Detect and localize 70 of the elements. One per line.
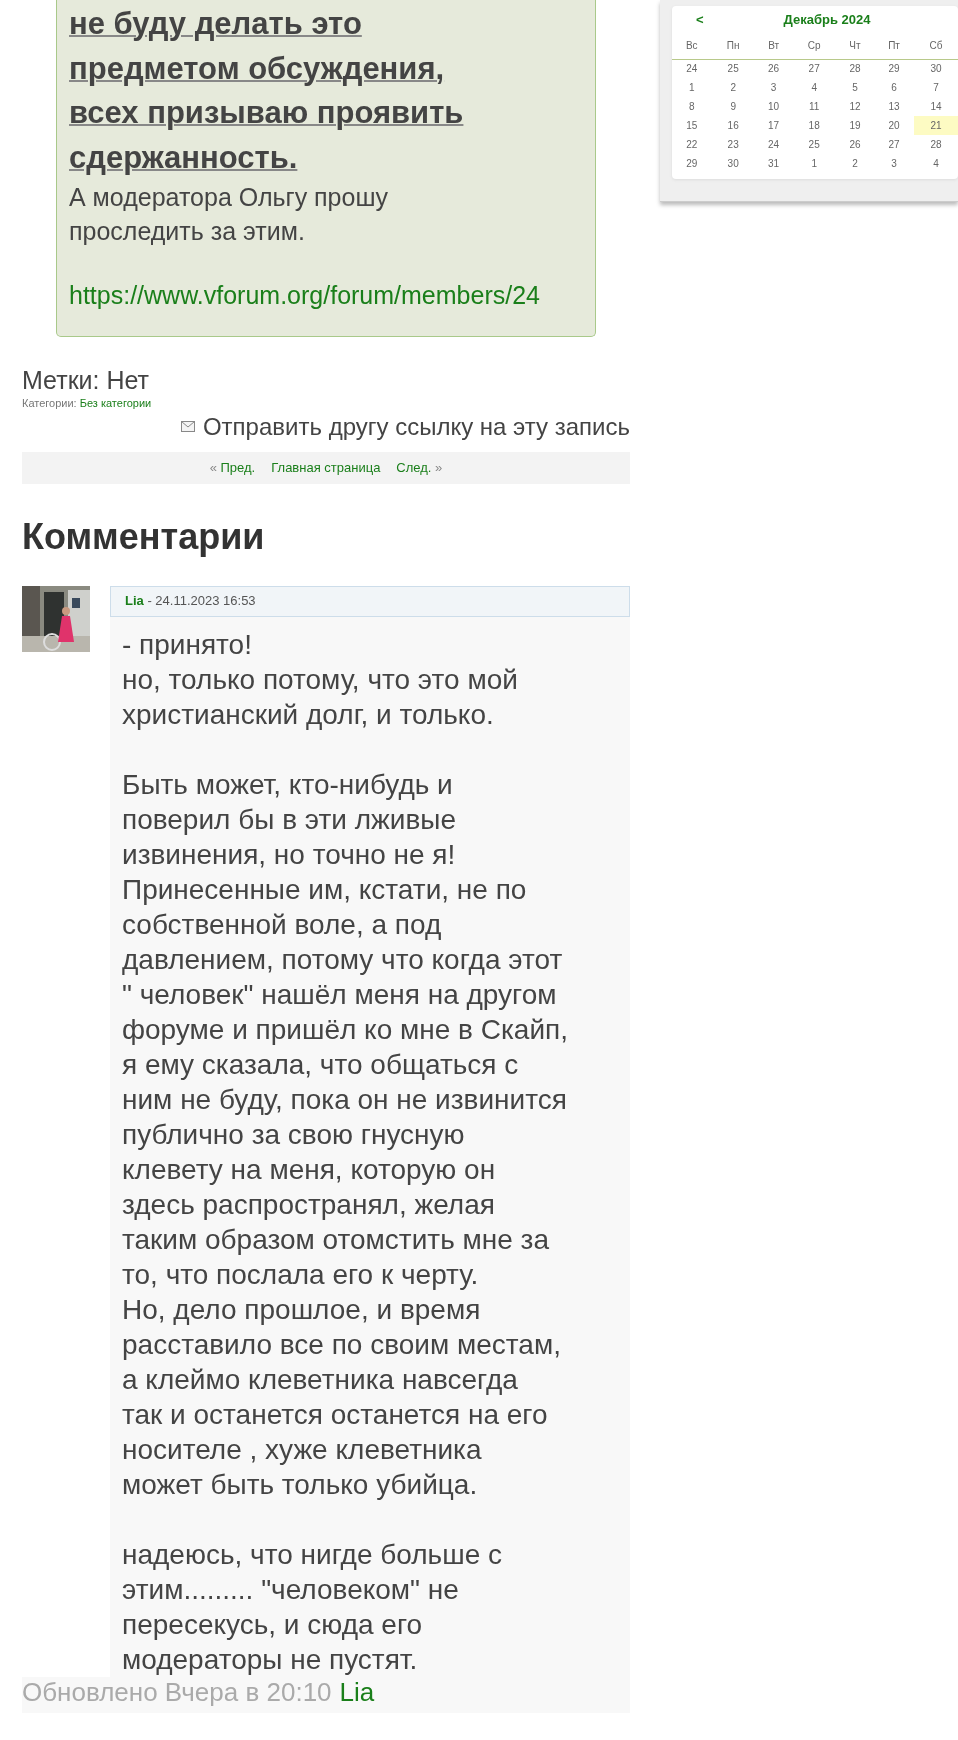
emphasized-text: не буду делать это предметом обсуждения, всех призываю проявить сдержанность. — [69, 5, 465, 177]
calendar-day[interactable]: 7 — [914, 78, 958, 97]
calendar-day[interactable]: 26 — [835, 135, 875, 154]
calendar-day[interactable]: 25 — [792, 135, 836, 154]
calendar-day[interactable]: 23 — [711, 135, 755, 154]
calendar-day[interactable]: 30 — [711, 154, 755, 173]
nav-link[interactable]: « Пред. — [209, 457, 256, 478]
calendar-day[interactable]: 25 — [711, 59, 755, 78]
tags-label: Метки: Нет — [22, 365, 150, 395]
calendar-day[interactable]: 19 — [835, 116, 875, 135]
calendar-day[interactable]: 3 — [874, 154, 914, 173]
calendar-day[interactable]: 21 — [914, 116, 958, 135]
calendar-day[interactable]: 20 — [874, 116, 914, 135]
section-heading: Комментарии — [22, 514, 266, 559]
calendar-day[interactable]: 15 — [672, 116, 712, 135]
calendar-day[interactable]: 27 — [792, 59, 836, 78]
calendar-day[interactable]: 9 — [711, 97, 755, 116]
category-link[interactable]: Без категории — [79, 397, 152, 409]
nav-link[interactable]: След. » — [396, 457, 443, 478]
calendar-day[interactable]: 2 — [711, 78, 755, 97]
weekday-label: Пт — [874, 29, 914, 59]
calendar-day[interactable]: 29 — [874, 59, 914, 78]
calendar-day[interactable]: 6 — [874, 78, 914, 97]
updated-label: Обновлено Вчера в 20:10 — [22, 1676, 332, 1707]
calendar-day[interactable]: 11 — [792, 97, 836, 116]
calendar-day[interactable]: 2 — [835, 154, 875, 173]
send-link[interactable]: Отправить другу ссылку на эту запись — [202, 411, 630, 442]
calendar-day[interactable]: 17 — [754, 116, 793, 135]
calendar-day[interactable]: 14 — [914, 97, 958, 116]
previous-month-link[interactable]: < — [696, 10, 704, 30]
calendar-day[interactable]: 24 — [754, 135, 793, 154]
calendar-day[interactable]: 3 — [754, 78, 793, 97]
weekday-label: Вт — [754, 29, 793, 59]
calendar-day[interactable]: 26 — [754, 59, 793, 78]
calendar-day[interactable]: 5 — [835, 78, 875, 97]
author-link[interactable]: Lia — [339, 1676, 375, 1707]
weekday-label: Сб — [914, 29, 958, 59]
calendar-day[interactable]: 28 — [914, 135, 958, 154]
calendar-day[interactable]: 13 — [874, 97, 914, 116]
weekday-label: Пн — [711, 29, 755, 59]
month-title: Декабрь 2024 — [783, 11, 871, 29]
calendar-day[interactable]: 31 — [754, 154, 793, 173]
url-link[interactable]: https://www.vforum.org/forum/members/24 — [69, 278, 540, 312]
calendar-day[interactable]: 10 — [754, 97, 793, 116]
calendar-day[interactable]: 18 — [792, 116, 836, 135]
calendar-day[interactable]: 12 — [835, 97, 875, 116]
comment-date: - 24.11.2023 16:53 — [146, 592, 256, 611]
calendar-day[interactable]: 27 — [874, 135, 914, 154]
weekday-label: Вс — [672, 29, 712, 59]
calendar-day[interactable]: 29 — [672, 154, 712, 173]
calendar-day[interactable]: 8 — [672, 97, 712, 116]
comment-paragraph: Быть может, кто-нибудь и поверил бы в эти лживые извинения, но точно не я! Принесенные им, кстати, не по собственной воле, а под давлением, потому что когда этот " человек" нашёл меня на другом форуме и пришёл ко мне в Скайп, я ему сказала, что общаться с ним не буду, пока он не извинится публично за свою гнусную клевету на меня, которую он здесь распространял, желая таким образом отомстить мне за то, что послала его к черту. Но, дело прошлое, и время расставило все по своим местам, а клеймо клеветника навсегда так и останется останется на его носителе , хуже клеветника может быть только убийца. — [122, 767, 569, 1502]
author-link[interactable]: Lia — [125, 591, 144, 611]
nav-link[interactable]: Главная страница — [271, 457, 381, 478]
envelope-icon — [180, 421, 195, 432]
calendar-day[interactable]: 4 — [792, 78, 836, 97]
weekday-label: Чт — [835, 29, 875, 59]
calendar-day[interactable]: 1 — [792, 154, 836, 173]
calendar-day[interactable]: 16 — [711, 116, 755, 135]
categories-label: Категории: — [22, 397, 77, 409]
calendar-day[interactable]: 4 — [914, 154, 958, 173]
calendar-day[interactable]: 24 — [672, 59, 712, 78]
comment-paragraph: надеюсь, что нигде больше с этим......... "человеком" не пересекусь, и сюда его модераторы не пустят. — [122, 1537, 504, 1677]
calendar-day[interactable]: 28 — [835, 59, 875, 78]
quote-text: А модератора Ольгу прошу проследить за этим. — [69, 182, 389, 247]
calendar-day[interactable]: 22 — [672, 135, 712, 154]
comment-paragraph: - принято! но, только потому, что это мой христианский долг, и только. — [122, 627, 519, 732]
calendar-day[interactable]: 1 — [672, 78, 712, 97]
weekday-label: Ср — [792, 29, 836, 59]
calendar-day[interactable]: 30 — [914, 59, 958, 78]
